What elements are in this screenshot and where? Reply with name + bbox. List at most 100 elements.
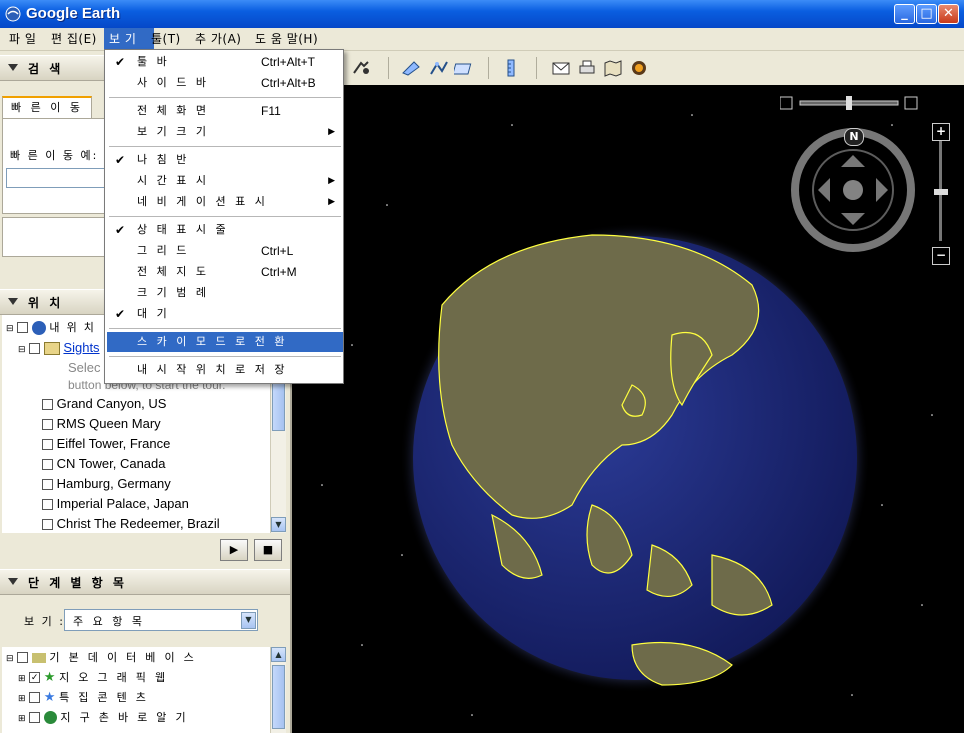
layers-panel-header[interactable]: 단 계 별 항 목 <box>0 569 290 595</box>
checkbox[interactable] <box>42 439 53 451</box>
menu-item-scale-legend[interactable]: 크 기 범 례 <box>107 283 343 303</box>
path-icon[interactable] <box>428 59 450 77</box>
layers-view-label: 보 기 : <box>24 615 65 628</box>
checkbox[interactable] <box>42 399 53 411</box>
chevron-down-icon[interactable]: ▼ <box>241 612 256 629</box>
menu-item-sidebar[interactable]: 사 이 드 바 Ctrl+Alt+B <box>107 73 343 93</box>
menu-item-label: 전 체 화 면 <box>137 104 209 117</box>
list-item[interactable]: RMS Queen Mary <box>42 414 161 434</box>
menu-item-label: 시 간 표 시 <box>137 174 209 187</box>
tree-row-primary-database[interactable]: ⊟ 기 본 데 이 터 베 이 스 <box>6 647 197 667</box>
checkbox[interactable] <box>17 652 29 664</box>
shortcut-label: F11 <box>261 104 281 118</box>
menu-item-switch-to-sky[interactable]: 스 카 이 모 드 로 전 환 <box>107 332 343 352</box>
menu-help[interactable]: 도 움 말(H) <box>250 28 323 50</box>
print-icon[interactable] <box>576 59 598 77</box>
menu-item-label: 사 이 드 바 <box>137 76 209 89</box>
menu-item-atmosphere[interactable]: ✔ 대 기 <box>107 304 343 324</box>
checkbox[interactable] <box>29 712 41 724</box>
earth-view[interactable]: N + − <box>292 85 964 733</box>
google-maps-icon[interactable] <box>602 59 624 77</box>
menu-separator <box>109 356 341 357</box>
menu-edit[interactable]: 편 집(E) <box>46 28 102 50</box>
expand-icon[interactable]: ⊟ <box>6 323 14 333</box>
menu-item-label: 내 시 작 위 치 로 저 장 <box>137 363 288 376</box>
toolbar <box>292 51 964 86</box>
image-overlay-icon[interactable] <box>454 59 476 77</box>
play-tour-button[interactable]: ▶ <box>220 539 248 561</box>
menu-item-toolbar[interactable]: ✔ 툴 바 Ctrl+Alt+T <box>107 52 343 72</box>
check-icon: ✔ <box>115 153 126 167</box>
maximize-button[interactable]: □ <box>916 4 937 24</box>
menu-tools[interactable]: 툴(T) <box>146 28 186 50</box>
ruler-icon[interactable] <box>500 59 522 77</box>
scroll-down-icon[interactable]: ▼ <box>271 517 286 532</box>
checkbox[interactable] <box>42 519 53 531</box>
expand-icon[interactable]: ⊟ <box>18 344 26 354</box>
check-icon: ✔ <box>115 223 126 237</box>
expand-icon[interactable]: ⊞ <box>18 693 26 703</box>
tree-row-my-places[interactable]: ⊟ 내 위 치 <box>6 317 96 337</box>
tree-label[interactable]: Sights <box>63 340 99 355</box>
menu-separator <box>109 146 341 147</box>
menu-item-show-navigation[interactable]: 네 비 게 이 션 표 시 ▶ <box>107 192 343 212</box>
minimize-button[interactable]: _ <box>894 4 915 24</box>
toolbar-separator <box>388 57 389 79</box>
list-item[interactable]: Eiffel Tower, France <box>42 434 170 454</box>
list-item[interactable]: Hamburg, Germany <box>42 474 171 494</box>
tree-row-sightseeing[interactable]: ⊟ Sights <box>18 338 100 358</box>
tree-row-global-awareness[interactable]: ⊞ 지 구 촌 바 로 알 기 <box>18 707 189 727</box>
look-slider[interactable] <box>779 95 925 111</box>
checkbox[interactable] <box>42 499 53 511</box>
menu-item-label: 보 기 크 기 <box>137 125 209 138</box>
zoom-in-button[interactable]: + <box>932 123 950 141</box>
expand-icon[interactable]: ⊞ <box>18 673 26 683</box>
menu-add[interactable]: 추 가(A) <box>190 28 246 50</box>
zoom-slider-thumb[interactable] <box>934 189 948 195</box>
place-label: CN Tower, Canada <box>56 456 166 471</box>
zoom-out-button[interactable]: − <box>932 247 950 265</box>
list-item[interactable]: CN Tower, Canada <box>42 454 166 474</box>
menu-item-view-size[interactable]: 보 기 크 기 ▶ <box>107 122 343 142</box>
menu-item-label: 상 태 표 시 줄 <box>137 223 229 236</box>
checkbox[interactable] <box>42 479 53 491</box>
menu-item-label: 네 비 게 이 션 표 시 <box>137 195 268 208</box>
tab-fly-to[interactable]: 빠 른 이 동 <box>2 96 92 120</box>
expand-icon[interactable]: ⊞ <box>18 713 26 723</box>
menu-file[interactable]: 파 일 <box>4 28 41 50</box>
checkbox[interactable] <box>29 692 41 704</box>
tree-row-featured-content[interactable]: ⊞ ★ 특 집 콘 텐 츠 <box>18 687 149 707</box>
list-item[interactable]: Imperial Palace, Japan <box>42 494 189 514</box>
checkbox[interactable] <box>42 459 53 471</box>
google-earth-logo-icon <box>5 6 21 22</box>
list-item[interactable]: Grand Canyon, US <box>42 394 166 414</box>
menu-item-compass[interactable]: ✔ 나 침 반 <box>107 150 343 170</box>
tree-row-geographic-web[interactable]: ⊞ ✓ ★ 지 오 그 래 픽 웹 <box>18 667 168 687</box>
checkbox[interactable] <box>29 343 41 355</box>
placemark-icon[interactable] <box>350 59 372 77</box>
select-value: 주 요 항 목 <box>73 615 145 628</box>
menu-item-fullscreen[interactable]: 전 체 화 면 F11 <box>107 101 343 121</box>
stop-tour-button[interactable]: ■ <box>254 539 282 561</box>
scrollbar-thumb[interactable] <box>272 665 285 729</box>
expand-icon[interactable]: ⊟ <box>6 653 14 663</box>
list-item[interactable]: Christ The Redeemer, Brazil <box>42 514 220 534</box>
menu-item-status-bar[interactable]: ✔ 상 태 표 시 줄 <box>107 220 343 240</box>
menu-item-overview-map[interactable]: 전 체 지 도 Ctrl+M <box>107 262 343 282</box>
menu-item-show-time[interactable]: 시 간 표 시 ▶ <box>107 171 343 191</box>
email-icon[interactable] <box>550 59 572 77</box>
checkbox[interactable] <box>42 419 53 431</box>
menu-item-save-start-location[interactable]: 내 시 작 위 치 로 저 장 <box>107 360 343 380</box>
layers-scrollbar[interactable]: ▲ <box>270 647 286 733</box>
fly-to-input[interactable] <box>6 168 106 188</box>
play-icon: ▶ <box>229 543 239 556</box>
north-button[interactable]: N <box>844 128 864 146</box>
checkbox[interactable] <box>17 322 29 334</box>
scroll-up-icon[interactable]: ▲ <box>271 647 286 662</box>
close-button[interactable]: ✕ <box>938 4 959 24</box>
menu-item-grid[interactable]: 그 리 드 Ctrl+L <box>107 241 343 261</box>
layers-view-select[interactable]: 주 요 항 목 ▼ <box>64 609 258 631</box>
sky-icon[interactable] <box>628 59 650 77</box>
checkbox[interactable]: ✓ <box>29 672 41 684</box>
polygon-icon[interactable] <box>400 59 422 77</box>
